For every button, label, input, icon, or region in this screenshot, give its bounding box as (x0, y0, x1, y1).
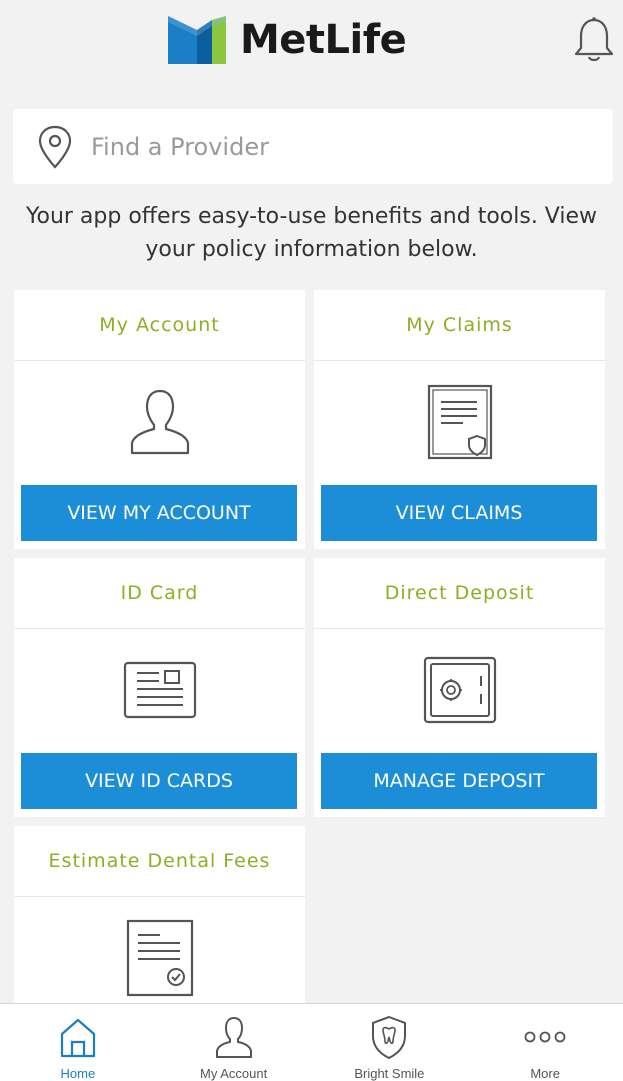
user-icon (215, 1017, 252, 1058)
tab-label: Bright Smile (354, 1066, 425, 1081)
user-icon (130, 389, 189, 455)
tab-home[interactable]: Home (0, 1004, 156, 1081)
id-card-icon (123, 661, 196, 719)
card-direct-deposit: Direct Deposit MANAGE DEPOSIT (314, 558, 605, 817)
card-title: Estimate Dental Fees (14, 826, 305, 897)
search-input[interactable] (91, 132, 571, 161)
card-title: My Claims (314, 290, 605, 361)
card-id-card: ID Card VIEW ID CARDS (14, 558, 305, 817)
card-icon-area (14, 629, 305, 751)
tab-label: Home (60, 1066, 96, 1081)
manage-deposit-button[interactable]: MANAGE DEPOSIT (321, 753, 597, 809)
find-provider-search[interactable] (13, 109, 613, 184)
tab-label: More (530, 1066, 560, 1081)
claim-document-icon (427, 384, 492, 460)
location-pin-icon (38, 125, 72, 169)
tab-more[interactable]: More (467, 1004, 623, 1081)
card-my-account: My Account VIEW MY ACCOUNT (14, 290, 305, 549)
view-my-account-button[interactable]: VIEW MY ACCOUNT (21, 485, 297, 541)
brand-name: MetLife (240, 17, 407, 63)
app-header: MetLife (0, 0, 623, 90)
safe-icon (423, 656, 496, 724)
bell-icon[interactable] (573, 16, 615, 64)
card-icon-area (314, 361, 605, 483)
more-dots-icon (524, 1031, 566, 1043)
tab-label: My Account (200, 1066, 268, 1081)
card-estimate-dental-fees[interactable]: Estimate Dental Fees (14, 826, 305, 1006)
view-claims-button[interactable]: VIEW CLAIMS (321, 485, 597, 541)
card-title: ID Card (14, 558, 305, 629)
tooth-shield-icon (372, 1015, 407, 1060)
card-title: Direct Deposit (314, 558, 605, 629)
estimate-document-icon (126, 919, 193, 997)
tab-my-account[interactable]: My Account (156, 1004, 312, 1081)
bottom-tab-bar: Home My Account Bright Smile More (0, 1003, 623, 1081)
view-id-cards-button[interactable]: VIEW ID CARDS (21, 753, 297, 809)
metlife-logo: MetLife (168, 16, 407, 64)
card-icon-area (14, 361, 305, 483)
home-icon (60, 1018, 95, 1058)
card-title: My Account (14, 290, 305, 361)
metlife-logo-mark-icon (168, 16, 226, 64)
card-my-claims: My Claims VIEW CLAIMS (314, 290, 605, 549)
card-icon-area (14, 897, 305, 1006)
intro-text: Your app offers easy-to-use benefits and… (25, 204, 598, 262)
card-icon-area (314, 629, 605, 751)
tab-bright-smile[interactable]: Bright Smile (312, 1004, 468, 1081)
